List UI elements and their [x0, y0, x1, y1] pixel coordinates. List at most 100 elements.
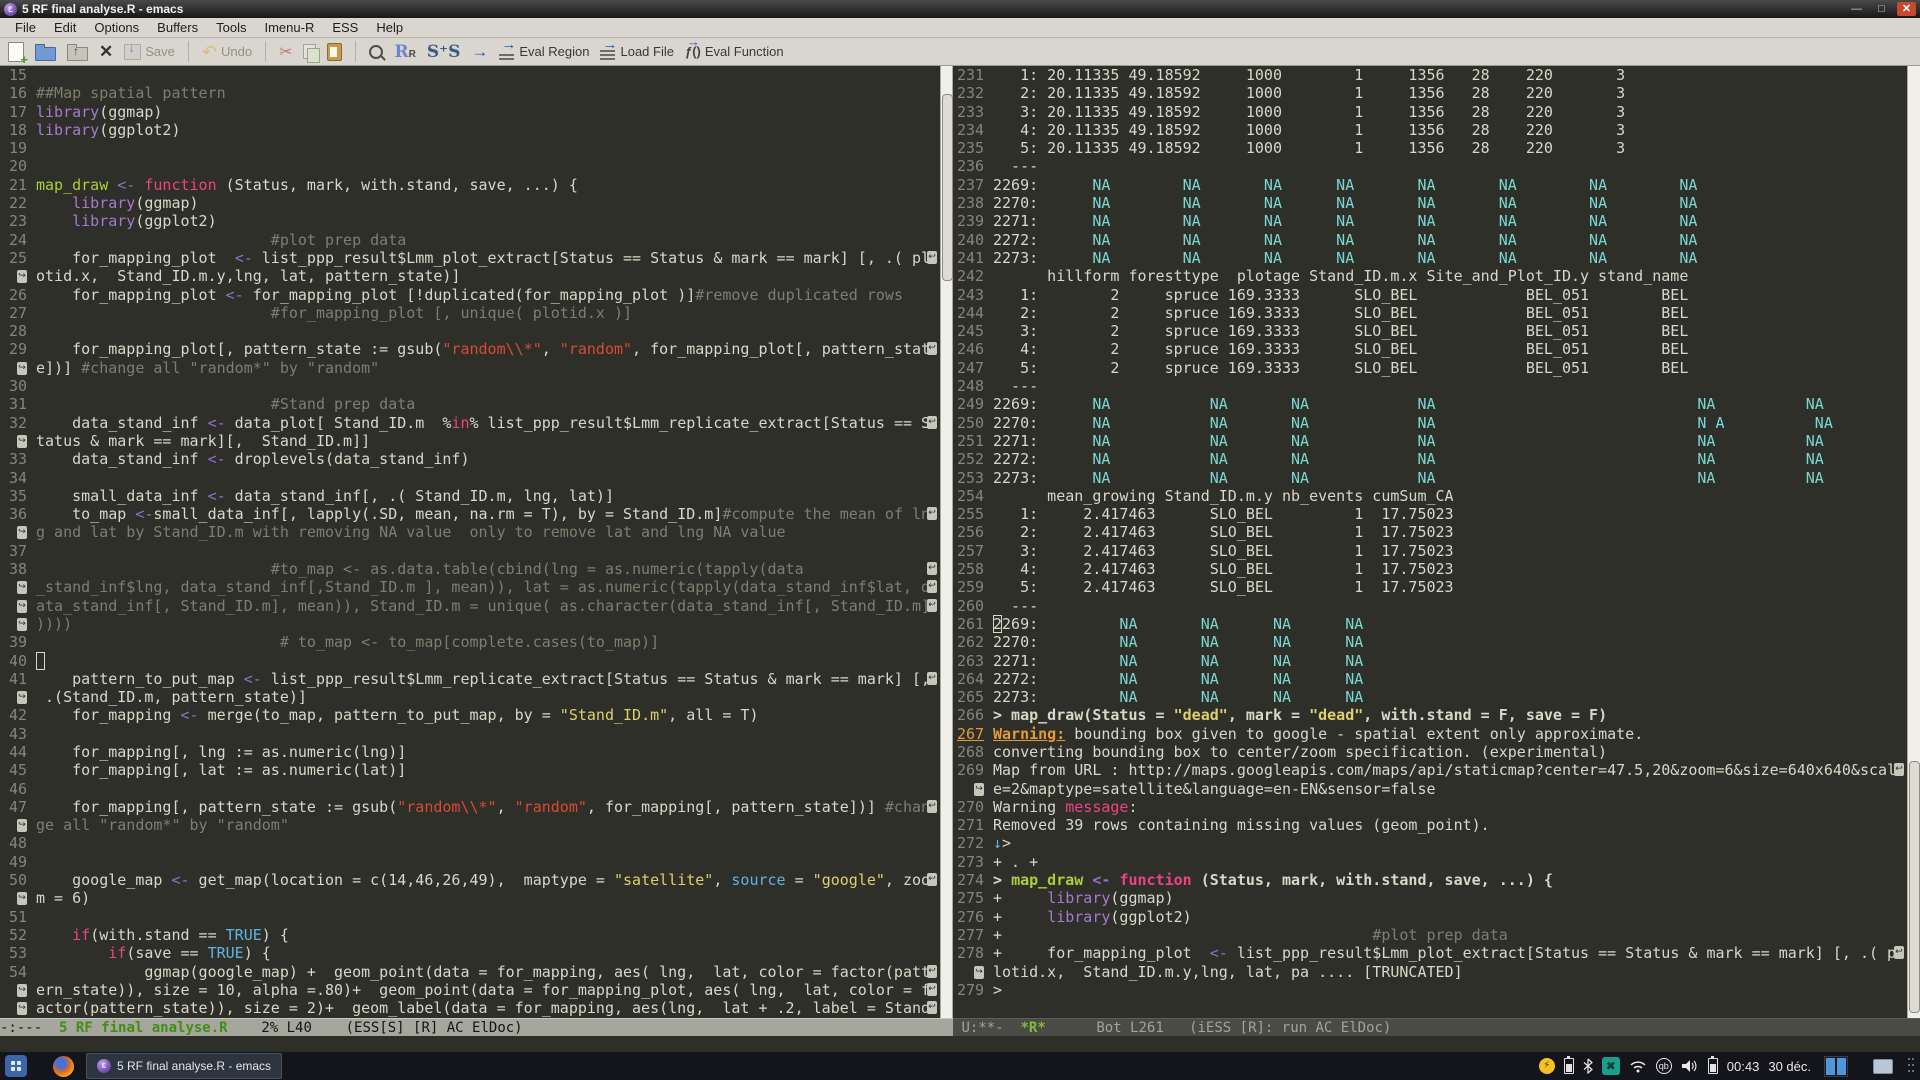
console-scrollbar[interactable] — [1907, 66, 1920, 1018]
workspace-2[interactable] — [1837, 1058, 1846, 1075]
close-button[interactable]: ✕ — [1897, 2, 1916, 16]
maximize-button[interactable]: □ — [1872, 2, 1891, 16]
eval-function-button[interactable]: ƒ()Eval Function — [685, 44, 784, 59]
firefox-icon[interactable] — [53, 1056, 74, 1077]
save-button[interactable]: Save — [124, 44, 175, 60]
wrap-arrow-icon: ↩ — [927, 416, 937, 429]
new-file-button[interactable] — [8, 42, 24, 62]
wrap-arrow-icon: ↩ — [927, 672, 937, 685]
line-number: 42 — [0, 706, 27, 724]
code-line: 275+ library(ggmap) — [957, 889, 1907, 907]
line-number: 243 — [957, 286, 984, 304]
menu-item-help[interactable]: Help — [367, 20, 412, 35]
open-file-button[interactable] — [35, 42, 56, 61]
line-number: 45 — [0, 761, 27, 779]
console-window[interactable]: 231 1: 20.11335 49.18592 1000 1 1356 28 … — [957, 66, 1907, 1018]
code-line: 22 library(ggmap) — [0, 194, 940, 212]
wifi-icon[interactable] — [1629, 1059, 1647, 1073]
qbittorrent-icon[interactable]: qb — [1656, 1058, 1672, 1074]
eval-region-button[interactable]: Eval Region — [499, 44, 589, 59]
line-number: 273 — [957, 853, 984, 871]
menu-item-options[interactable]: Options — [85, 20, 148, 35]
line-number: 270 — [957, 798, 984, 816]
show-desktop-icon[interactable] — [1873, 1059, 1893, 1074]
line-number: ↪ — [957, 963, 984, 981]
line-number: 275 — [957, 889, 984, 907]
source-scrollbar[interactable] — [940, 66, 953, 1018]
search-button[interactable] — [369, 45, 383, 59]
line-number: 26 — [0, 286, 27, 304]
bluetooth-icon[interactable] — [1583, 1058, 1593, 1074]
line-number: ↪ — [0, 267, 27, 285]
code-line: 235 5: 20.11335 49.18592 1000 1 1356 28 … — [957, 139, 1907, 157]
clock-time[interactable]: 00:43 — [1727, 1059, 1760, 1074]
eval-region-icon — [499, 45, 515, 59]
dired-button[interactable] — [67, 42, 88, 61]
code-line: 2612269: NA NA NA NA — [957, 615, 1907, 633]
splus-session-button[interactable]: S⁺S — [427, 42, 461, 62]
code-line: 260 --- — [957, 597, 1907, 615]
menu-bar: FileEditOptionsBuffersToolsImenu-RESSHel… — [0, 18, 1920, 38]
minimize-button[interactable]: — — [1847, 2, 1866, 16]
line-number: 256 — [957, 523, 984, 541]
tray-app-icon[interactable]: ✖ — [1602, 1057, 1620, 1075]
code-line: 40 — [0, 652, 940, 670]
code-line: 246 4: 2 spruce 169.3333 SLO_BEL BEL_051… — [957, 340, 1907, 358]
source-scrollbar-thumb[interactable] — [942, 94, 953, 281]
code-line: 245 3: 2 spruce 169.3333 SLO_BEL BEL_051… — [957, 322, 1907, 340]
wrap-continuation-icon: ↪ — [17, 691, 27, 704]
app-menu-button[interactable] — [5, 1055, 27, 1077]
panel-grip[interactable] — [1908, 1056, 1914, 1076]
code-line: 26 for_mapping_plot <- for_mapping_plot … — [0, 286, 940, 304]
line-number: 33 — [0, 450, 27, 468]
source-window[interactable]: 1516##Map spatial pattern17library(ggmap… — [0, 66, 940, 1018]
wrap-continuation-icon: ↪ — [17, 435, 27, 448]
modeline-position: 2% L40 — [261, 1020, 312, 1036]
line-number: 248 — [957, 377, 984, 395]
menu-item-imenu-r[interactable]: Imenu-R — [255, 20, 323, 35]
code-line: 41 pattern_to_put_map <- list_ppp_result… — [0, 670, 940, 688]
line-number: 234 — [957, 121, 984, 139]
menu-item-tools[interactable]: Tools — [207, 20, 255, 35]
battery-icon-2[interactable] — [1708, 1058, 1718, 1074]
line-number: 279 — [957, 981, 984, 999]
clipboard-icon — [327, 43, 342, 61]
taskbar-window-button[interactable]: ε 5 RF final analyse.R - emacs — [86, 1053, 282, 1079]
r-session-button[interactable]: RR — [394, 42, 415, 62]
menu-item-edit[interactable]: Edit — [45, 20, 85, 35]
code-line: 16##Map spatial pattern — [0, 84, 940, 102]
copy-button[interactable] — [303, 44, 316, 59]
close-buffer-button[interactable]: ✕ — [99, 42, 113, 62]
menu-item-ess[interactable]: ESS — [323, 20, 367, 35]
toolbar-separator — [355, 41, 356, 62]
wrap-continuation-icon: ↪ — [17, 892, 27, 905]
eval-line-button[interactable]: → — [471, 45, 488, 59]
scissors-icon: ✂ — [279, 42, 292, 62]
code-line: 236 --- — [957, 157, 1907, 175]
clock-date[interactable]: 30 déc. — [1768, 1059, 1811, 1074]
menu-item-file[interactable]: File — [6, 20, 45, 35]
wrap-arrow-icon: ↩ — [927, 251, 937, 264]
line-number: 264 — [957, 670, 984, 688]
cut-button[interactable]: ✂ — [279, 42, 292, 62]
menu-item-buffers[interactable]: Buffers — [148, 20, 207, 35]
code-line: 2412273: NA NA NA NA NA NA NA NA — [957, 249, 1907, 267]
line-number: ↪ — [0, 359, 27, 377]
line-number: 19 — [0, 139, 27, 157]
volume-icon[interactable] — [1681, 1059, 1699, 1073]
line-number: 257 — [957, 542, 984, 560]
code-line: 48 — [0, 834, 940, 852]
line-number: 30 — [0, 377, 27, 395]
load-file-button[interactable]: Load File — [600, 44, 673, 59]
line-number: 18 — [0, 121, 27, 139]
power-manager-icon[interactable]: ⚡ — [1539, 1058, 1555, 1074]
workspace-pager[interactable] — [1824, 1056, 1848, 1077]
workspace-1[interactable] — [1826, 1058, 1835, 1075]
undo-button[interactable]: ↶Undo — [202, 44, 252, 59]
line-number: 250 — [957, 414, 984, 432]
toolbar-separator — [265, 41, 266, 62]
battery-icon[interactable] — [1564, 1058, 1574, 1074]
console-scrollbar-thumb[interactable] — [1909, 761, 1920, 1013]
wrap-arrow-icon: ↩ — [927, 1001, 937, 1014]
paste-button[interactable] — [327, 43, 342, 61]
